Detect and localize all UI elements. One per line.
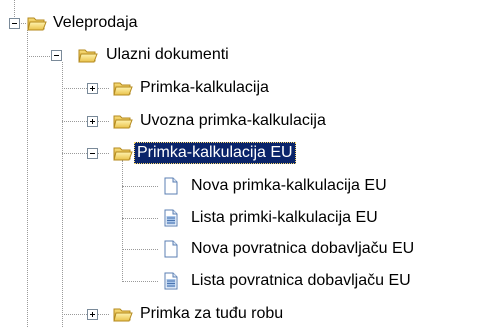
folder-open-icon (113, 111, 133, 131)
tree-connector (122, 186, 158, 187)
veleprodaja-collapse-toggle[interactable] (9, 18, 20, 29)
tree-node-veleprodaja[interactable]: Veleprodaja (50, 12, 141, 34)
primka-eu-collapse-toggle[interactable] (87, 148, 98, 159)
uvozna-primka-expand-toggle[interactable] (87, 116, 98, 127)
document-list-icon (161, 271, 181, 291)
tree-node-nova-primka-kalkulacija-eu[interactable]: Nova primka-kalkulacija EU (188, 175, 390, 197)
tree-node-primka-za-tudu-robu[interactable]: Primka za tuđu robu (137, 303, 286, 325)
tree-node-ulazni-dokumenti[interactable]: Ulazni dokumenti (103, 44, 232, 66)
folder-open-icon (113, 143, 133, 163)
document-icon (161, 239, 181, 259)
folder-open-icon (27, 13, 47, 33)
tree-node-uvozna-primka-kalkulacija[interactable]: Uvozna primka-kalkulacija (137, 110, 329, 132)
tree-connector (62, 314, 109, 315)
tree-connector (122, 249, 158, 250)
tree-connector (27, 56, 50, 57)
folder-open-icon (113, 304, 133, 324)
tree-connector (62, 153, 109, 154)
tree-connector (122, 281, 158, 282)
tree-connector (27, 30, 28, 327)
tree-connector (62, 62, 63, 327)
tree-node-lista-povratnica-dobavljacu-eu[interactable]: Lista povratnica dobavljaču EU (188, 270, 414, 292)
primka-kalkulacija-expand-toggle[interactable] (87, 83, 98, 94)
tree-connector (122, 218, 158, 219)
tree-view: Veleprodaja Ulazni dokumenti Primka-kalk… (0, 0, 502, 327)
folder-open-icon (113, 78, 133, 98)
document-icon (161, 176, 181, 196)
document-list-icon (161, 208, 181, 228)
tree-node-primka-kalkulacija[interactable]: Primka-kalkulacija (137, 77, 272, 99)
tree-connector (62, 121, 109, 122)
tree-connector (122, 160, 123, 282)
folder-open-icon (78, 45, 98, 65)
tree-node-nova-povratnica-dobavljacu-eu[interactable]: Nova povratnica dobavljaču EU (188, 238, 417, 260)
ulazni-dokumenti-collapse-toggle[interactable] (51, 50, 62, 61)
tree-connector (62, 88, 109, 89)
tree-node-lista-primki-kalkulacija-eu[interactable]: Lista primki-kalkulacija EU (188, 207, 381, 229)
tree-node-primka-kalkulacija-eu[interactable]: Primka-kalkulacija EU (134, 142, 296, 164)
primka-za-tudu-robu-expand-toggle[interactable] (87, 309, 98, 320)
